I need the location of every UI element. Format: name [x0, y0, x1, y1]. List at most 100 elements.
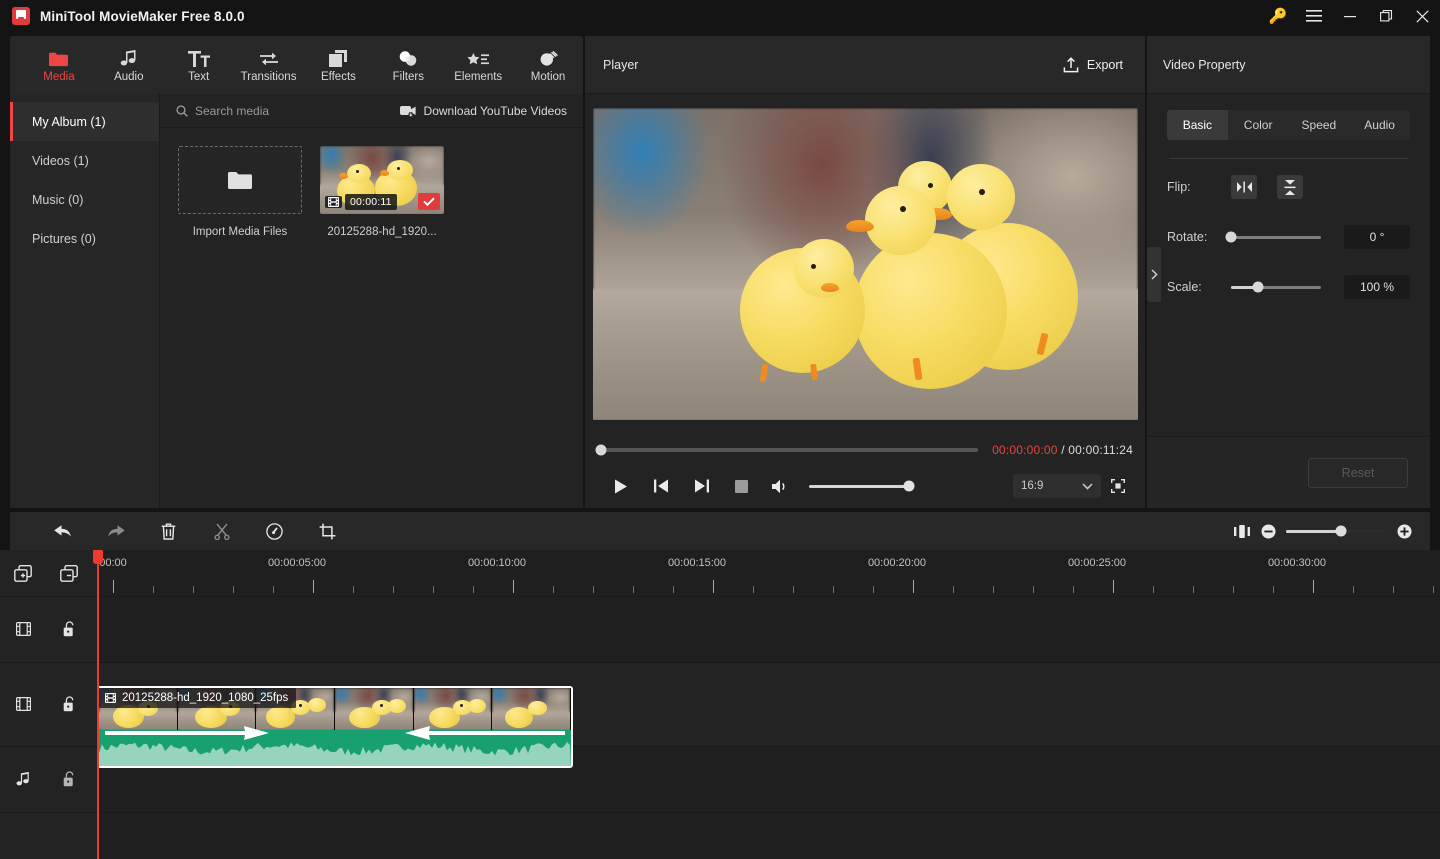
- sidebar-item-pictures[interactable]: Pictures (0): [10, 219, 159, 258]
- volume-button[interactable]: [761, 470, 801, 502]
- stop-button[interactable]: [721, 470, 761, 502]
- scale-handle[interactable]: [1252, 281, 1264, 293]
- undo-button[interactable]: [36, 514, 89, 548]
- search-icon: [176, 104, 188, 117]
- toolbar-item-media[interactable]: Media: [24, 37, 94, 93]
- tab-audio[interactable]: Audio: [1349, 110, 1410, 140]
- fullscreen-button[interactable]: [1101, 471, 1135, 501]
- media-thumbnail[interactable]: 00:00:11: [320, 146, 444, 214]
- motion-sphere-icon: [539, 47, 558, 67]
- scale-value[interactable]: 100 %: [1344, 275, 1410, 299]
- volume-slider[interactable]: [809, 480, 915, 492]
- ruler-label: 00:00:25:00: [1067, 557, 1127, 569]
- scale-row: Scale: 100 %: [1167, 265, 1410, 309]
- timeline-zoom-slider[interactable]: [1286, 525, 1386, 537]
- zoom-out-icon[interactable]: [1260, 523, 1276, 539]
- toolbar-item-audio[interactable]: Audio: [94, 37, 164, 93]
- video-preview[interactable]: [592, 108, 1138, 420]
- collapse-panel-button[interactable]: [1147, 247, 1161, 302]
- play-button[interactable]: [601, 470, 641, 502]
- download-youtube-videos-button[interactable]: Download YouTube Videos: [399, 104, 567, 118]
- hamburger-menu-icon[interactable]: [1296, 0, 1332, 32]
- media-grid: Import Media Files 00:00:11 20125288-hd_…: [160, 128, 583, 238]
- sidebar-item-videos[interactable]: Videos (1): [10, 141, 159, 180]
- sidebar-item-my-album[interactable]: My Album (1): [10, 102, 159, 141]
- volume-handle[interactable]: [903, 480, 915, 492]
- search-box[interactable]: [176, 103, 345, 118]
- toolbar-item-elements[interactable]: Elements: [443, 37, 513, 93]
- playhead[interactable]: [93, 550, 103, 859]
- unlock-icon[interactable]: [46, 621, 92, 637]
- key-icon[interactable]: 🔑: [1260, 0, 1296, 32]
- rotate-slider[interactable]: [1225, 231, 1321, 243]
- tab-speed[interactable]: Speed: [1289, 110, 1350, 140]
- unlock-icon[interactable]: [46, 696, 92, 712]
- add-track-icon[interactable]: [0, 564, 46, 582]
- seek-slider[interactable]: [595, 444, 979, 456]
- fit-to-timeline-icon[interactable]: [1234, 523, 1250, 539]
- unlock-icon[interactable]: [46, 771, 92, 787]
- video-track-1[interactable]: [97, 596, 1440, 662]
- album-label: Pictures (0): [32, 231, 96, 246]
- timeline-zoom-handle[interactable]: [1335, 525, 1347, 537]
- music-note-icon: [120, 47, 138, 67]
- rotate-value[interactable]: 0 °: [1344, 225, 1410, 249]
- flip-vertical-button[interactable]: [1277, 175, 1303, 199]
- redo-button[interactable]: [89, 514, 142, 548]
- toolbar-item-text[interactable]: Text: [164, 37, 234, 93]
- timeline-ruler[interactable]: 00:00 00:00:05:00 00:00:10:00 00:00:15:0…: [97, 550, 1440, 596]
- media-duration: 00:00:11: [345, 194, 397, 210]
- video-track-2-header[interactable]: [0, 662, 97, 746]
- seek-handle[interactable]: [595, 444, 607, 456]
- film-strip-icon: [0, 622, 46, 636]
- ruler-label: 00:00:05:00: [267, 557, 327, 569]
- search-input[interactable]: [195, 103, 345, 118]
- speed-button[interactable]: [248, 514, 301, 548]
- rotate-row: Rotate: 0 °: [1167, 215, 1410, 259]
- toolbar-label: Effects: [320, 71, 356, 83]
- toolbar-label: Elements: [454, 71, 503, 83]
- flip-vertical-icon: [1284, 179, 1296, 195]
- album-label: Music (0): [32, 192, 84, 207]
- speedometer-icon: [266, 522, 283, 540]
- reset-button[interactable]: Reset: [1308, 457, 1408, 488]
- toolbar-item-filters[interactable]: Filters: [373, 37, 443, 93]
- toolbar-item-effects[interactable]: Effects: [304, 37, 374, 93]
- delete-button[interactable]: [142, 514, 195, 548]
- next-frame-button[interactable]: [681, 470, 721, 502]
- timeline-zoom-controls: [1234, 523, 1430, 539]
- video-track-1-header[interactable]: [0, 596, 97, 662]
- crop-button[interactable]: [301, 514, 354, 548]
- clip-name: 20125288-hd_1920_1080_25fps: [122, 692, 289, 704]
- seek-row: 00:00:00:00 / 00:00:11:24: [595, 434, 1135, 466]
- flip-horizontal-button[interactable]: [1231, 175, 1257, 199]
- transport-buttons: 16:9: [595, 466, 1135, 506]
- maximize-restore-icon[interactable]: [1368, 0, 1404, 32]
- divider: [1169, 158, 1408, 159]
- album-list: My Album (1) Videos (1) Music (0) Pictur…: [10, 94, 160, 508]
- audio-track-1-header[interactable]: [0, 746, 97, 812]
- ruler-label: 00:00:30:00: [1267, 557, 1327, 569]
- remove-track-icon[interactable]: [46, 564, 92, 582]
- prev-frame-button[interactable]: [641, 470, 681, 502]
- clip-drag-arrows: [99, 718, 571, 740]
- minimize-icon[interactable]: [1332, 0, 1368, 32]
- import-media-files-button[interactable]: [178, 146, 302, 214]
- zoom-in-icon[interactable]: [1396, 523, 1412, 539]
- export-label: Export: [1086, 57, 1123, 72]
- toolbar-item-motion[interactable]: Motion: [513, 37, 583, 93]
- tab-color[interactable]: Color: [1228, 110, 1289, 140]
- export-button[interactable]: Export: [1059, 51, 1127, 79]
- rotate-handle[interactable]: [1225, 231, 1237, 243]
- tab-basic[interactable]: Basic: [1167, 110, 1228, 140]
- check-icon[interactable]: [418, 193, 440, 210]
- toolbar-item-transitions[interactable]: Transitions: [234, 37, 304, 93]
- timeline-clip[interactable]: 20125288-hd_1920_1080_25fps: [97, 686, 573, 768]
- close-icon[interactable]: [1404, 0, 1440, 32]
- sidebar-item-music[interactable]: Music (0): [10, 180, 159, 219]
- media-browser: Download YouTube Videos Import Media Fil…: [160, 94, 583, 508]
- aspect-ratio-select[interactable]: 16:9: [1013, 474, 1101, 498]
- split-button[interactable]: [195, 514, 248, 548]
- scale-slider[interactable]: [1231, 281, 1321, 293]
- undo-arrow-icon: [53, 523, 73, 539]
